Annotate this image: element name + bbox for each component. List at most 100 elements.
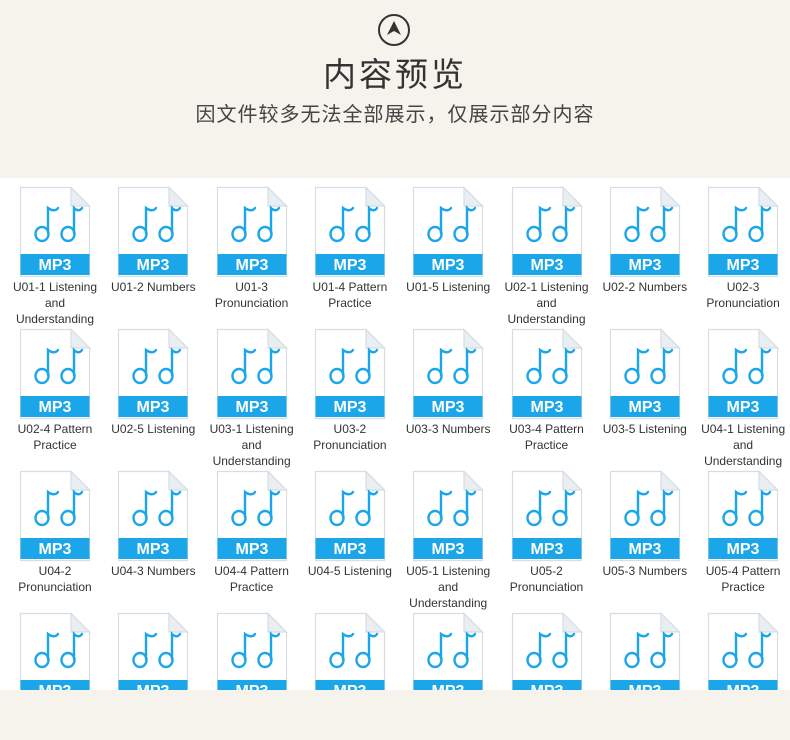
mp3-file-item[interactable]: MP3 U04-3 Numbers xyxy=(104,470,202,579)
mp3-file-item[interactable]: MP3 U02-1 Listening and Understanding xyxy=(498,186,596,327)
mp3-badge-label: MP3 xyxy=(137,541,170,558)
page-title: 内容预览 xyxy=(323,55,467,94)
mp3-badge-label: MP3 xyxy=(727,541,760,558)
file-name: U01-3 Pronunciation xyxy=(214,280,289,310)
mp3-badge-label: MP3 xyxy=(628,541,661,558)
footer-background xyxy=(0,690,790,740)
file-name: U01-1 Listening and Understanding xyxy=(12,280,98,326)
mp3-file-item[interactable]: MP3 U03-3 Numbers xyxy=(399,328,497,437)
mp3-file-item[interactable]: MP3 U04-2 Pronunciation xyxy=(6,470,104,595)
mp3-file-icon: MP3 xyxy=(118,612,190,690)
file-name: U04-1 Listening and Understanding xyxy=(701,422,786,468)
mp3-badge-label: MP3 xyxy=(39,683,72,690)
file-grid: MP3 U01-1 Listening and Understanding MP3 U… xyxy=(0,178,790,690)
mp3-file-item[interactable]: MP3 U02-3 Pronunciation xyxy=(694,186,790,311)
mp3-file-item[interactable]: MP3 U01-3 Pronunciation xyxy=(203,186,301,311)
mp3-badge-label: MP3 xyxy=(137,683,170,690)
mp3-badge-label: MP3 xyxy=(727,257,760,274)
mp3-badge-label: MP3 xyxy=(628,399,661,416)
file-name: U05-4 Pattern Practice xyxy=(705,564,781,594)
mp3-file-item[interactable]: MP3 U02-5 Listening xyxy=(104,328,202,437)
mp3-file-icon: MP3 xyxy=(19,470,91,562)
mp3-file-icon: MP3 xyxy=(118,186,190,278)
file-name: U02-5 Listening xyxy=(111,422,196,436)
mp3-badge-label: MP3 xyxy=(137,257,170,274)
mp3-badge-label: MP3 xyxy=(530,683,563,690)
mp3-badge-label: MP3 xyxy=(39,257,72,274)
mp3-file-icon: MP3 xyxy=(19,328,91,420)
mp3-badge-label: MP3 xyxy=(530,399,563,416)
mp3-file-item[interactable]: MP3 xyxy=(399,612,497,690)
mp3-file-icon: MP3 xyxy=(511,612,583,690)
mp3-file-icon: MP3 xyxy=(609,186,681,278)
file-name: U01-5 Listening xyxy=(406,280,491,294)
mp3-file-item[interactable]: MP3 U04-5 Listening xyxy=(301,470,399,579)
mp3-file-icon: MP3 xyxy=(707,612,780,690)
mp3-file-item[interactable]: MP3 xyxy=(104,612,202,690)
mp3-file-item[interactable]: MP3 xyxy=(203,612,301,690)
mp3-file-item[interactable]: MP3 xyxy=(301,612,399,690)
file-name: U03-4 Pattern Practice xyxy=(509,422,584,452)
mp3-file-icon: MP3 xyxy=(314,470,386,562)
mp3-badge-label: MP3 xyxy=(235,541,268,558)
mp3-file-icon: MP3 xyxy=(413,470,485,562)
mp3-badge-label: MP3 xyxy=(727,399,760,416)
mp3-file-icon: MP3 xyxy=(216,470,288,562)
mp3-badge-label: MP3 xyxy=(333,683,366,690)
mp3-badge-label: MP3 xyxy=(432,399,465,416)
mp3-file-icon: MP3 xyxy=(118,328,190,420)
mp3-file-item[interactable]: MP3 U03-5 Listening xyxy=(596,328,694,437)
mp3-badge-label: MP3 xyxy=(235,683,268,690)
mp3-file-icon: MP3 xyxy=(19,186,91,278)
mp3-file-item[interactable]: MP3 xyxy=(694,612,790,690)
mp3-file-item[interactable]: MP3 U03-4 Pattern Practice xyxy=(498,328,596,453)
mp3-file-icon: MP3 xyxy=(216,186,288,278)
mp3-file-item[interactable]: MP3 U05-2 Pronunciation xyxy=(498,470,596,595)
mp3-file-icon: MP3 xyxy=(609,470,681,562)
arrow-up-circle-icon xyxy=(378,14,410,46)
mp3-file-icon: MP3 xyxy=(314,328,386,420)
mp3-file-item[interactable]: MP3 U04-1 Listening and Understanding xyxy=(694,328,790,469)
mp3-file-icon: MP3 xyxy=(511,328,583,420)
mp3-file-item[interactable]: MP3 U05-3 Numbers xyxy=(596,470,694,579)
mp3-file-item[interactable]: MP3 U04-4 Pattern Practice xyxy=(203,470,301,595)
file-name: U03-1 Listening and Understanding xyxy=(209,422,294,468)
preview-header: 内容预览 因文件较多无法全部展示，仅展示部分内容 xyxy=(0,0,790,178)
mp3-file-icon: MP3 xyxy=(413,186,485,278)
file-name: U01-2 Numbers xyxy=(110,280,196,294)
mp3-file-item[interactable]: MP3 U03-2 Pronunciation xyxy=(301,328,399,453)
mp3-file-icon: MP3 xyxy=(511,470,583,562)
mp3-file-item[interactable]: MP3 U05-4 Pattern Practice xyxy=(694,470,790,595)
file-name: U03-2 Pronunciation xyxy=(313,422,387,452)
mp3-file-item[interactable]: MP3 U02-4 Pattern Practice xyxy=(6,328,104,453)
mp3-file-item[interactable]: MP3 xyxy=(6,612,104,690)
mp3-file-item[interactable]: MP3 U01-5 Listening xyxy=(399,186,497,295)
mp3-file-icon: MP3 xyxy=(314,186,386,278)
mp3-file-item[interactable]: MP3 xyxy=(498,612,596,690)
mp3-badge-label: MP3 xyxy=(432,541,465,558)
mp3-badge-label: MP3 xyxy=(137,399,170,416)
file-name: U04-3 Numbers xyxy=(110,564,196,578)
mp3-file-icon: MP3 xyxy=(707,470,780,562)
file-name: U01-4 Pattern Practice xyxy=(312,280,388,310)
file-name: U02-2 Numbers xyxy=(602,280,688,294)
mp3-file-item[interactable]: MP3 U01-2 Numbers xyxy=(104,186,202,295)
mp3-file-icon: MP3 xyxy=(314,612,386,690)
mp3-badge-label: MP3 xyxy=(333,399,366,416)
mp3-badge-label: MP3 xyxy=(235,399,268,416)
mp3-file-icon: MP3 xyxy=(216,612,288,690)
mp3-file-item[interactable]: MP3 U05-1 Listening and Understanding xyxy=(399,470,497,611)
file-name: U04-4 Pattern Practice xyxy=(214,564,289,594)
file-name: U03-5 Listening xyxy=(602,422,687,436)
mp3-file-item[interactable]: MP3 xyxy=(596,612,694,690)
file-name: U02-3 Pronunciation xyxy=(706,280,780,310)
mp3-file-item[interactable]: MP3 U01-1 Listening and Understanding xyxy=(6,186,104,327)
mp3-file-icon: MP3 xyxy=(118,470,190,562)
mp3-badge-label: MP3 xyxy=(530,541,563,558)
mp3-badge-label: MP3 xyxy=(432,683,465,690)
file-name: U04-2 Pronunciation xyxy=(18,564,92,594)
mp3-file-item[interactable]: MP3 U03-1 Listening and Understanding xyxy=(203,328,301,469)
mp3-file-item[interactable]: MP3 U02-2 Numbers xyxy=(596,186,694,295)
file-name: U05-2 Pronunciation xyxy=(509,564,584,594)
mp3-file-item[interactable]: MP3 U01-4 Pattern Practice xyxy=(301,186,399,311)
